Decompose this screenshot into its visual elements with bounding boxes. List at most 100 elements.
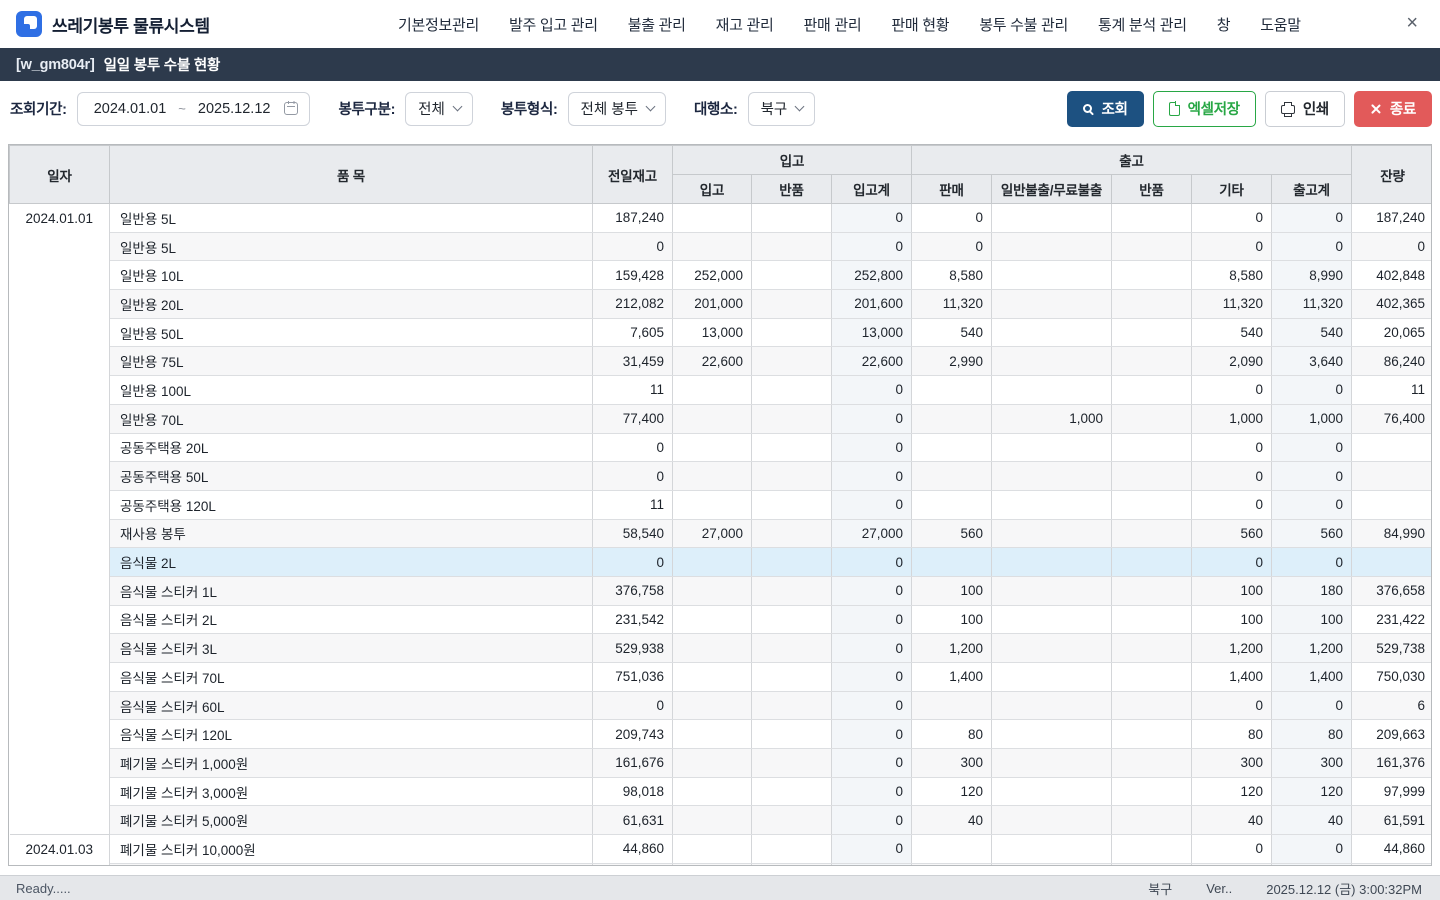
cell-value[interactable]: 0	[832, 376, 912, 405]
cell-value[interactable]: 11,320	[912, 290, 992, 319]
cell-value[interactable]	[673, 777, 752, 806]
cell-value[interactable]: 751,036	[593, 663, 673, 692]
cell-date[interactable]	[10, 261, 110, 290]
cell-value[interactable]: 0	[1272, 204, 1352, 233]
cell-value[interactable]	[752, 835, 832, 864]
cell-value[interactable]: 100	[912, 576, 992, 605]
cell-value[interactable]: 80	[1192, 720, 1272, 749]
cell-value[interactable]: 27,000	[832, 519, 912, 548]
cell-value[interactable]: 0	[832, 749, 912, 778]
cell-value[interactable]	[1112, 462, 1192, 491]
cell-value[interactable]: 44,860	[1352, 835, 1432, 864]
cell-date[interactable]	[10, 720, 110, 749]
bag-form-select[interactable]: 전체 봉투	[568, 92, 666, 126]
cell-value[interactable]	[992, 835, 1112, 864]
cell-value[interactable]: 1,200	[1272, 634, 1352, 663]
cell-item[interactable]: 음식물 2L	[110, 548, 593, 577]
cell-value[interactable]	[673, 749, 752, 778]
cell-value[interactable]	[673, 605, 752, 634]
cell-value[interactable]: 159,428	[593, 261, 673, 290]
cell-value[interactable]	[992, 634, 1112, 663]
table-row[interactable]: 일반용 75L31,45922,60022,6002,9902,0903,640…	[10, 347, 1433, 376]
cell-value[interactable]: 77,400	[593, 404, 673, 433]
cell-value[interactable]: 0	[1192, 548, 1272, 577]
cell-value[interactable]	[752, 749, 832, 778]
cell-date[interactable]: 2024.01.03	[10, 835, 110, 864]
cell-value[interactable]	[992, 576, 1112, 605]
cell-value[interactable]: 252,000	[673, 261, 752, 290]
cell-value[interactable]: 0	[1192, 376, 1272, 405]
cell-value[interactable]: 100	[1272, 605, 1352, 634]
cell-date[interactable]	[10, 605, 110, 634]
cell-value[interactable]: 0	[832, 462, 912, 491]
cell-value[interactable]: 58,540	[593, 519, 673, 548]
cell-value[interactable]	[992, 548, 1112, 577]
table-row[interactable]: 음식물 스티커 70L751,03601,4001,4001,400750,03…	[10, 663, 1433, 692]
cell-item[interactable]: 폐기물 스티커 10,000원	[110, 835, 593, 864]
cell-date[interactable]: 2024.01.01	[10, 204, 110, 233]
cell-item[interactable]: 공동주택용 50L	[110, 462, 593, 491]
cell-value[interactable]	[673, 548, 752, 577]
cell-value[interactable]	[992, 290, 1112, 319]
cell-value[interactable]	[1112, 691, 1192, 720]
table-row[interactable]: 일반용 50L7,60513,00013,00054054054020,065	[10, 318, 1433, 347]
print-button[interactable]: 인쇄	[1265, 91, 1345, 127]
cell-value[interactable]	[1112, 347, 1192, 376]
cell-value[interactable]	[673, 404, 752, 433]
menu-item-10[interactable]: 도움말	[1260, 14, 1301, 35]
cell-date[interactable]	[10, 232, 110, 261]
cell-value[interactable]: 44,860	[593, 835, 673, 864]
cell-value[interactable]	[673, 691, 752, 720]
cell-value[interactable]: 120	[912, 777, 992, 806]
cell-date[interactable]	[10, 691, 110, 720]
cell-value[interactable]: 0	[593, 462, 673, 491]
cell-value[interactable]	[752, 576, 832, 605]
table-row[interactable]: 일반용 10L159,428252,000252,8008,5808,5808,…	[10, 261, 1433, 290]
cell-value[interactable]: 0	[832, 433, 912, 462]
cell-value[interactable]	[673, 720, 752, 749]
cell-value[interactable]	[992, 519, 1112, 548]
cell-value[interactable]: 0	[593, 691, 673, 720]
cell-value[interactable]	[912, 376, 992, 405]
cell-value[interactable]: 0	[832, 663, 912, 692]
cell-value[interactable]: 86,240	[1352, 347, 1432, 376]
cell-item[interactable]: 음식물 스티커 120L	[110, 720, 593, 749]
cell-value[interactable]	[673, 376, 752, 405]
cell-value[interactable]: 13,000	[832, 318, 912, 347]
cell-value[interactable]: 11	[593, 490, 673, 519]
cell-item[interactable]: 일반용 5L	[110, 232, 593, 261]
cell-value[interactable]: 2,990	[912, 347, 992, 376]
cell-value[interactable]	[752, 261, 832, 290]
cell-value[interactable]: 300	[1192, 749, 1272, 778]
table-row[interactable]: 재사용 봉투58,54027,00027,00056056056084,990	[10, 519, 1433, 548]
cell-value[interactable]	[1112, 663, 1192, 692]
cell-value[interactable]	[752, 490, 832, 519]
table-row[interactable]: 음식물 스티커 1L376,7580100100180376,658	[10, 576, 1433, 605]
cell-value[interactable]	[912, 404, 992, 433]
cell-value[interactable]: 0	[1272, 232, 1352, 261]
cell-value[interactable]	[752, 204, 832, 233]
cell-value[interactable]	[912, 835, 992, 864]
cell-value[interactable]: 529,938	[593, 634, 673, 663]
cell-value[interactable]	[1112, 749, 1192, 778]
menu-item-3[interactable]: 불출 관리	[628, 14, 686, 35]
cell-value[interactable]	[992, 204, 1112, 233]
cell-value[interactable]: 300	[912, 749, 992, 778]
cell-value[interactable]: 540	[1192, 318, 1272, 347]
cell-value[interactable]: 1,400	[912, 663, 992, 692]
cell-value[interactable]	[673, 204, 752, 233]
cell-value[interactable]: 540	[1272, 318, 1352, 347]
cell-value[interactable]	[992, 318, 1112, 347]
cell-value[interactable]: 402,848	[1352, 261, 1432, 290]
cell-value[interactable]	[752, 232, 832, 261]
cell-value[interactable]	[1112, 318, 1192, 347]
cell-value[interactable]: 22,600	[832, 347, 912, 376]
cell-value[interactable]	[1112, 261, 1192, 290]
cell-value[interactable]	[992, 663, 1112, 692]
cell-date[interactable]	[10, 404, 110, 433]
cell-value[interactable]	[673, 490, 752, 519]
cell-date[interactable]	[10, 634, 110, 663]
cell-date[interactable]	[10, 376, 110, 405]
cell-value[interactable]: 76,400	[1352, 404, 1432, 433]
cell-value[interactable]	[912, 490, 992, 519]
